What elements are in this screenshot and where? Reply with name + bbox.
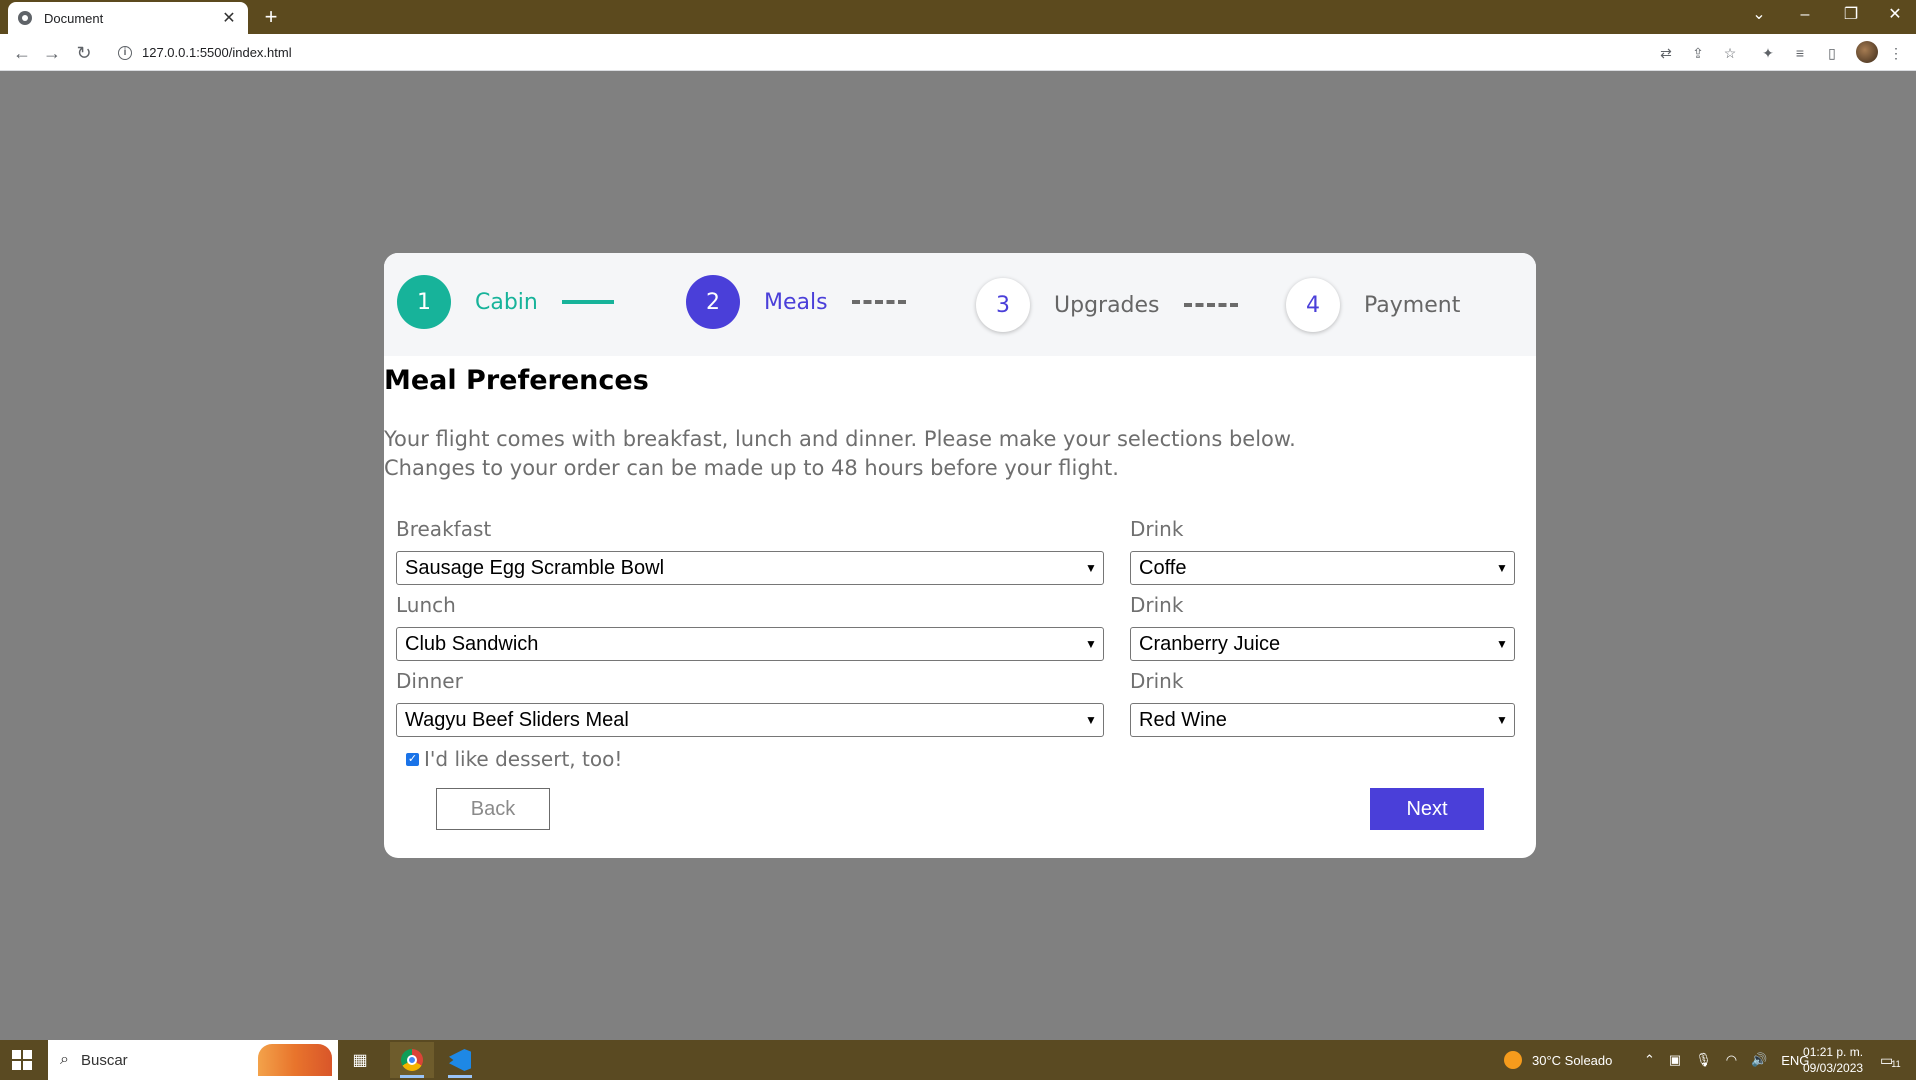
translate-icon[interactable]: ⇄ bbox=[1656, 43, 1676, 63]
notification-icon[interactable]: ▭ 11 bbox=[1880, 1040, 1901, 1080]
sun-icon bbox=[1504, 1051, 1522, 1069]
info-icon[interactable]: i bbox=[118, 45, 132, 60]
forward-arrow-icon[interactable]: → bbox=[40, 41, 64, 65]
dessert-label: I'd like dessert, too! bbox=[424, 747, 623, 771]
step-label: Payment bbox=[1364, 292, 1461, 318]
chevron-down-icon: ▼ bbox=[1085, 637, 1097, 651]
dessert-option[interactable]: ✓ I'd like dessert, too! bbox=[406, 747, 622, 771]
breakfast-label: Breakfast bbox=[396, 517, 492, 541]
microphone-icon[interactable]: 🎙 bbox=[1695, 1052, 1712, 1068]
dinner-select[interactable]: Wagyu Beef Sliders Meal ▼ bbox=[396, 703, 1104, 737]
step-label: Meals bbox=[764, 289, 828, 315]
page-title: Meal Preferences bbox=[384, 365, 649, 396]
clock[interactable]: 01:21 p. m. 09/03/2023 bbox=[1803, 1044, 1863, 1076]
breakfast-drink-label: Drink bbox=[1130, 517, 1184, 541]
clock-time: 01:21 p. m. bbox=[1803, 1045, 1864, 1059]
back-arrow-icon[interactable]: ← bbox=[10, 41, 34, 65]
breakfast-drink-value: Coffe bbox=[1139, 556, 1187, 579]
chevron-down-icon: ▼ bbox=[1496, 637, 1508, 651]
step-number-badge: 1 bbox=[397, 275, 451, 329]
side-panel-icon[interactable]: ▯ bbox=[1822, 43, 1842, 63]
tab-close-icon[interactable]: ✕ bbox=[220, 8, 238, 28]
step-connector-solid bbox=[561, 300, 614, 304]
dinner-drink-label: Drink bbox=[1130, 669, 1184, 693]
taskbar-search[interactable]: ⌕ Buscar bbox=[48, 1040, 338, 1080]
meet-icon[interactable]: ▣ bbox=[1669, 1052, 1681, 1068]
lunch-drink-value: Cranberry Juice bbox=[1139, 632, 1281, 655]
extensions-icon[interactable]: ✦ bbox=[1758, 43, 1778, 63]
chrome-taskbar-icon[interactable] bbox=[390, 1042, 434, 1078]
url-field[interactable]: i 127.0.0.1:5500/index.html bbox=[110, 39, 1610, 66]
back-button[interactable]: Back bbox=[436, 788, 550, 830]
meal-preferences-card: 1 Cabin 2 Meals 3 Upgrades 4 Payment Mea… bbox=[384, 253, 1536, 858]
globe-icon bbox=[18, 11, 32, 25]
step-number-badge: 4 bbox=[1286, 278, 1340, 332]
breakfast-drink-select[interactable]: Coffe ▼ bbox=[1130, 551, 1515, 585]
share-icon[interactable]: ⇪ bbox=[1688, 43, 1708, 63]
notification-count: 11 bbox=[1891, 1059, 1901, 1069]
next-button[interactable]: Next bbox=[1370, 788, 1484, 830]
step-meals[interactable]: 2 Meals bbox=[686, 275, 906, 329]
weather-widget[interactable]: 30°C Soleado bbox=[1504, 1040, 1612, 1080]
progress-stepper: 1 Cabin 2 Meals 3 Upgrades 4 Payment bbox=[384, 253, 1536, 356]
chevron-down-icon: ▼ bbox=[1496, 713, 1508, 727]
bookmark-star-icon[interactable]: ☆ bbox=[1720, 43, 1740, 63]
volume-icon[interactable]: 🔊 bbox=[1751, 1052, 1767, 1068]
dinner-drink-select[interactable]: Red Wine ▼ bbox=[1130, 703, 1515, 737]
step-payment[interactable]: 4 Payment bbox=[1286, 278, 1460, 332]
media-icon[interactable]: ≡ bbox=[1790, 43, 1810, 63]
step-upgrades[interactable]: 3 Upgrades bbox=[976, 278, 1238, 332]
lunch-select[interactable]: Club Sandwich ▼ bbox=[396, 627, 1104, 661]
browser-tab[interactable]: Document ✕ bbox=[8, 2, 248, 34]
step-cabin[interactable]: 1 Cabin bbox=[397, 275, 614, 329]
step-label: Upgrades bbox=[1054, 292, 1160, 318]
chevron-down-icon: ▼ bbox=[1085, 561, 1097, 575]
step-connector-dashed bbox=[851, 300, 906, 304]
lunch-label: Lunch bbox=[396, 593, 456, 617]
description: Your flight comes with breakfast, lunch … bbox=[384, 425, 1484, 483]
lunch-value: Club Sandwich bbox=[405, 632, 539, 655]
new-tab-button[interactable]: + bbox=[258, 4, 284, 30]
clock-date: 09/03/2023 bbox=[1803, 1061, 1864, 1075]
taskbar: ⌕ Buscar ▦ 30°C Soleado ⌃ ▣ 🎙 ◠ 🔊 ENG 01… bbox=[0, 1040, 1916, 1080]
description-line: Changes to your order can be made up to … bbox=[384, 456, 1119, 480]
step-number-badge: 2 bbox=[686, 275, 740, 329]
browser-tab-bar: Document ✕ + ⌄ – ❐ ✕ bbox=[0, 0, 1916, 34]
tab-title: Document bbox=[44, 10, 104, 26]
step-label: Cabin bbox=[475, 289, 538, 315]
step-number-badge: 3 bbox=[976, 278, 1030, 332]
tab-search-icon[interactable]: ⌄ bbox=[1744, 4, 1774, 26]
minimize-button[interactable]: – bbox=[1790, 4, 1820, 26]
weather-text: 30°C Soleado bbox=[1532, 1052, 1613, 1068]
search-text: Buscar bbox=[80, 1051, 128, 1069]
breakfast-value: Sausage Egg Scramble Bowl bbox=[405, 556, 665, 579]
lunch-drink-label: Drink bbox=[1130, 593, 1184, 617]
windows-start-icon[interactable] bbox=[12, 1050, 32, 1070]
lunch-drink-select[interactable]: Cranberry Juice ▼ bbox=[1130, 627, 1515, 661]
address-bar: ← → ↻ i 127.0.0.1:5500/index.html ⇄ ⇪ ☆ … bbox=[0, 34, 1916, 71]
dinner-value: Wagyu Beef Sliders Meal bbox=[405, 708, 629, 731]
chevron-down-icon: ▼ bbox=[1496, 561, 1508, 575]
profile-avatar[interactable] bbox=[1856, 41, 1878, 63]
description-line: Your flight comes with breakfast, lunch … bbox=[384, 427, 1296, 451]
step-connector-dashed bbox=[1183, 303, 1238, 307]
wifi-icon[interactable]: ◠ bbox=[1726, 1052, 1737, 1068]
system-tray: ⌃ ▣ 🎙 ◠ 🔊 ENG bbox=[1644, 1040, 1809, 1080]
url-text: 127.0.0.1:5500/index.html bbox=[142, 45, 292, 60]
dinner-label: Dinner bbox=[396, 669, 463, 693]
breakfast-select[interactable]: Sausage Egg Scramble Bowl ▼ bbox=[396, 551, 1104, 585]
task-view-icon[interactable]: ▦ bbox=[338, 1042, 382, 1078]
chevron-down-icon: ▼ bbox=[1085, 713, 1097, 727]
search-highlight-image bbox=[258, 1044, 332, 1076]
menu-kebab-icon[interactable]: ⋮ bbox=[1886, 43, 1906, 63]
restore-button[interactable]: ❐ bbox=[1836, 4, 1866, 26]
close-window-button[interactable]: ✕ bbox=[1880, 4, 1910, 26]
reload-icon[interactable]: ↻ bbox=[72, 41, 96, 65]
vscode-taskbar-icon[interactable] bbox=[438, 1042, 482, 1078]
dessert-checkbox[interactable]: ✓ bbox=[406, 752, 419, 766]
search-icon: ⌕ bbox=[60, 1051, 69, 1068]
dinner-drink-value: Red Wine bbox=[1139, 708, 1227, 731]
chevron-up-icon[interactable]: ⌃ bbox=[1644, 1052, 1655, 1068]
